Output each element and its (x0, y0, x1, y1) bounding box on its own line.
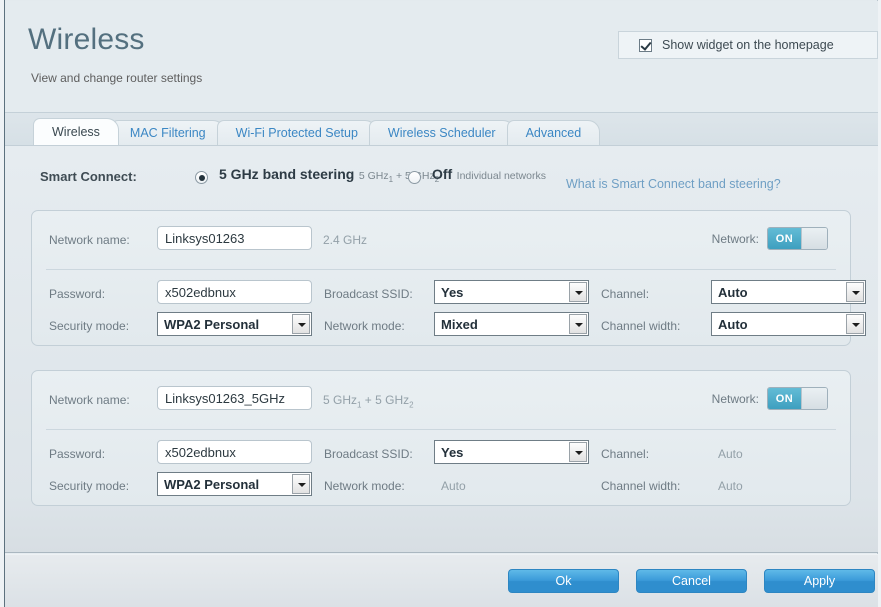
chevron-down-icon[interactable] (846, 282, 864, 302)
channel-select-1[interactable]: Auto (711, 280, 866, 304)
network-toggle-row-1[interactable]: Network: ON (712, 227, 828, 250)
smart-connect-help-link[interactable]: What is Smart Connect band steering? (566, 177, 781, 191)
security-mode-select-1[interactable]: WPA2 Personal (157, 312, 312, 336)
smart-connect-row: Smart Connect: 5 GHz band steering 5 GHz… (5, 158, 878, 206)
radio-button-band-steering[interactable] (195, 171, 208, 184)
network-mode-value-2: Auto (441, 479, 466, 493)
password-label-2: Password: (49, 447, 106, 461)
show-widget-checkbox-row[interactable]: Show widget on the homepage (618, 31, 878, 59)
channel-width-select-1[interactable]: Auto (711, 312, 866, 336)
cancel-button[interactable]: Cancel (636, 569, 747, 593)
show-widget-label: Show widget on the homepage (662, 38, 834, 52)
panel-divider (46, 429, 836, 430)
broadcast-ssid-select-2[interactable]: Yes (434, 440, 589, 464)
network-toggle-label-2: Network: (711, 391, 759, 406)
off-subtitle: Individual networks (456, 170, 546, 182)
tab-wifi-protected-setup[interactable]: Wi-Fi Protected Setup (216, 120, 377, 145)
tab-bar: Wireless MAC Filtering Wi-Fi Protected S… (5, 113, 878, 146)
network-panel-24ghz: Network name: 2.4 GHz Network: ON Passwo… (31, 210, 866, 346)
network-toggle-2[interactable]: ON (767, 387, 828, 410)
channel-width-value-2: Auto (718, 479, 743, 493)
chevron-down-icon[interactable] (846, 314, 864, 334)
password-input-1[interactable] (157, 280, 312, 304)
smart-connect-option-band-steering[interactable]: 5 GHz band steering 5 GHz1 + 5 GHz2 (195, 166, 439, 187)
network-toggle-1[interactable]: ON (767, 227, 828, 250)
radio-button-off[interactable] (408, 171, 421, 184)
network-name-input-2[interactable] (157, 386, 312, 410)
network-toggle-label-1: Network: (711, 231, 759, 246)
broadcast-ssid-label-1: Broadcast SSID: (324, 287, 413, 301)
network-panel-5ghz: Network name: 5 GHz1 + 5 GHz2 Network: O… (31, 370, 851, 506)
channel-width-label-2: Channel width: (601, 479, 681, 493)
network-mode-label-1: Network mode: (324, 319, 405, 333)
band-text-1: 2.4 GHz (323, 233, 368, 247)
channel-value-1: Auto (718, 284, 748, 300)
page-subtitle: View and change router settings (31, 71, 203, 85)
ok-button[interactable]: Ok (508, 569, 619, 593)
panel-divider (46, 269, 836, 270)
chevron-down-icon[interactable] (569, 442, 587, 462)
network-mode-value-1: Mixed (441, 316, 478, 332)
network-toggle-state-1: ON (768, 228, 801, 249)
broadcast-ssid-label-2: Broadcast SSID: (324, 447, 413, 461)
tab-wireless[interactable]: Wireless (33, 118, 119, 145)
security-mode-label-1: Security mode: (49, 319, 130, 333)
smart-connect-label: Smart Connect: (40, 169, 137, 184)
chevron-down-icon[interactable] (569, 282, 587, 302)
network-name-input-1[interactable] (157, 226, 312, 250)
network-toggle-state-2: ON (768, 388, 801, 409)
password-label-1: Password: (49, 287, 106, 301)
chevron-down-icon[interactable] (569, 314, 587, 334)
security-mode-value-2: WPA2 Personal (164, 476, 260, 492)
chevron-down-icon[interactable] (292, 474, 310, 494)
tab-wireless-scheduler[interactable]: Wireless Scheduler (368, 120, 515, 145)
security-mode-select-2[interactable]: WPA2 Personal (157, 472, 312, 496)
page-header: Wireless View and change router settings… (5, 1, 878, 113)
band-steering-title: 5 GHz band steering (219, 166, 355, 182)
channel-label-2: Channel: (601, 447, 650, 461)
wireless-settings-window: Wireless View and change router settings… (0, 0, 881, 607)
broadcast-ssid-value-1: Yes (441, 284, 464, 300)
tab-advanced[interactable]: Advanced (506, 120, 601, 145)
off-title: Off (432, 166, 453, 182)
network-mode-label-2: Network mode: (324, 479, 405, 493)
security-mode-label-2: Security mode: (49, 479, 130, 493)
checkmark-icon[interactable] (639, 38, 652, 52)
security-mode-value-1: WPA2 Personal (164, 316, 260, 332)
footer-action-bar: Ok Cancel Apply (5, 554, 878, 607)
toggle-knob-1[interactable] (801, 228, 827, 249)
chevron-down-icon[interactable] (292, 314, 310, 334)
toggle-knob-2[interactable] (801, 388, 827, 409)
channel-width-value-1: Auto (718, 316, 748, 332)
network-name-label-2: Network name: (49, 393, 130, 407)
network-mode-select-1[interactable]: Mixed (434, 312, 589, 336)
apply-button[interactable]: Apply (764, 569, 875, 593)
smart-connect-option-off[interactable]: Off Individual networks (408, 166, 546, 184)
network-name-label-1: Network name: (49, 233, 130, 247)
page-title: Wireless (28, 23, 145, 56)
tab-mac-filtering[interactable]: MAC Filtering (110, 120, 225, 145)
tab-content-wireless: Smart Connect: 5 GHz band steering 5 GHz… (5, 146, 878, 553)
broadcast-ssid-select-1[interactable]: Yes (434, 280, 589, 304)
network-toggle-row-2[interactable]: Network: ON (712, 387, 828, 410)
channel-width-label-1: Channel width: (601, 319, 681, 333)
channel-label-1: Channel: (601, 287, 650, 301)
broadcast-ssid-value-2: Yes (441, 444, 464, 460)
password-input-2[interactable] (157, 440, 312, 464)
band-text-2: 5 GHz1 + 5 GHz2 (323, 393, 414, 410)
channel-value-2: Auto (718, 447, 743, 461)
